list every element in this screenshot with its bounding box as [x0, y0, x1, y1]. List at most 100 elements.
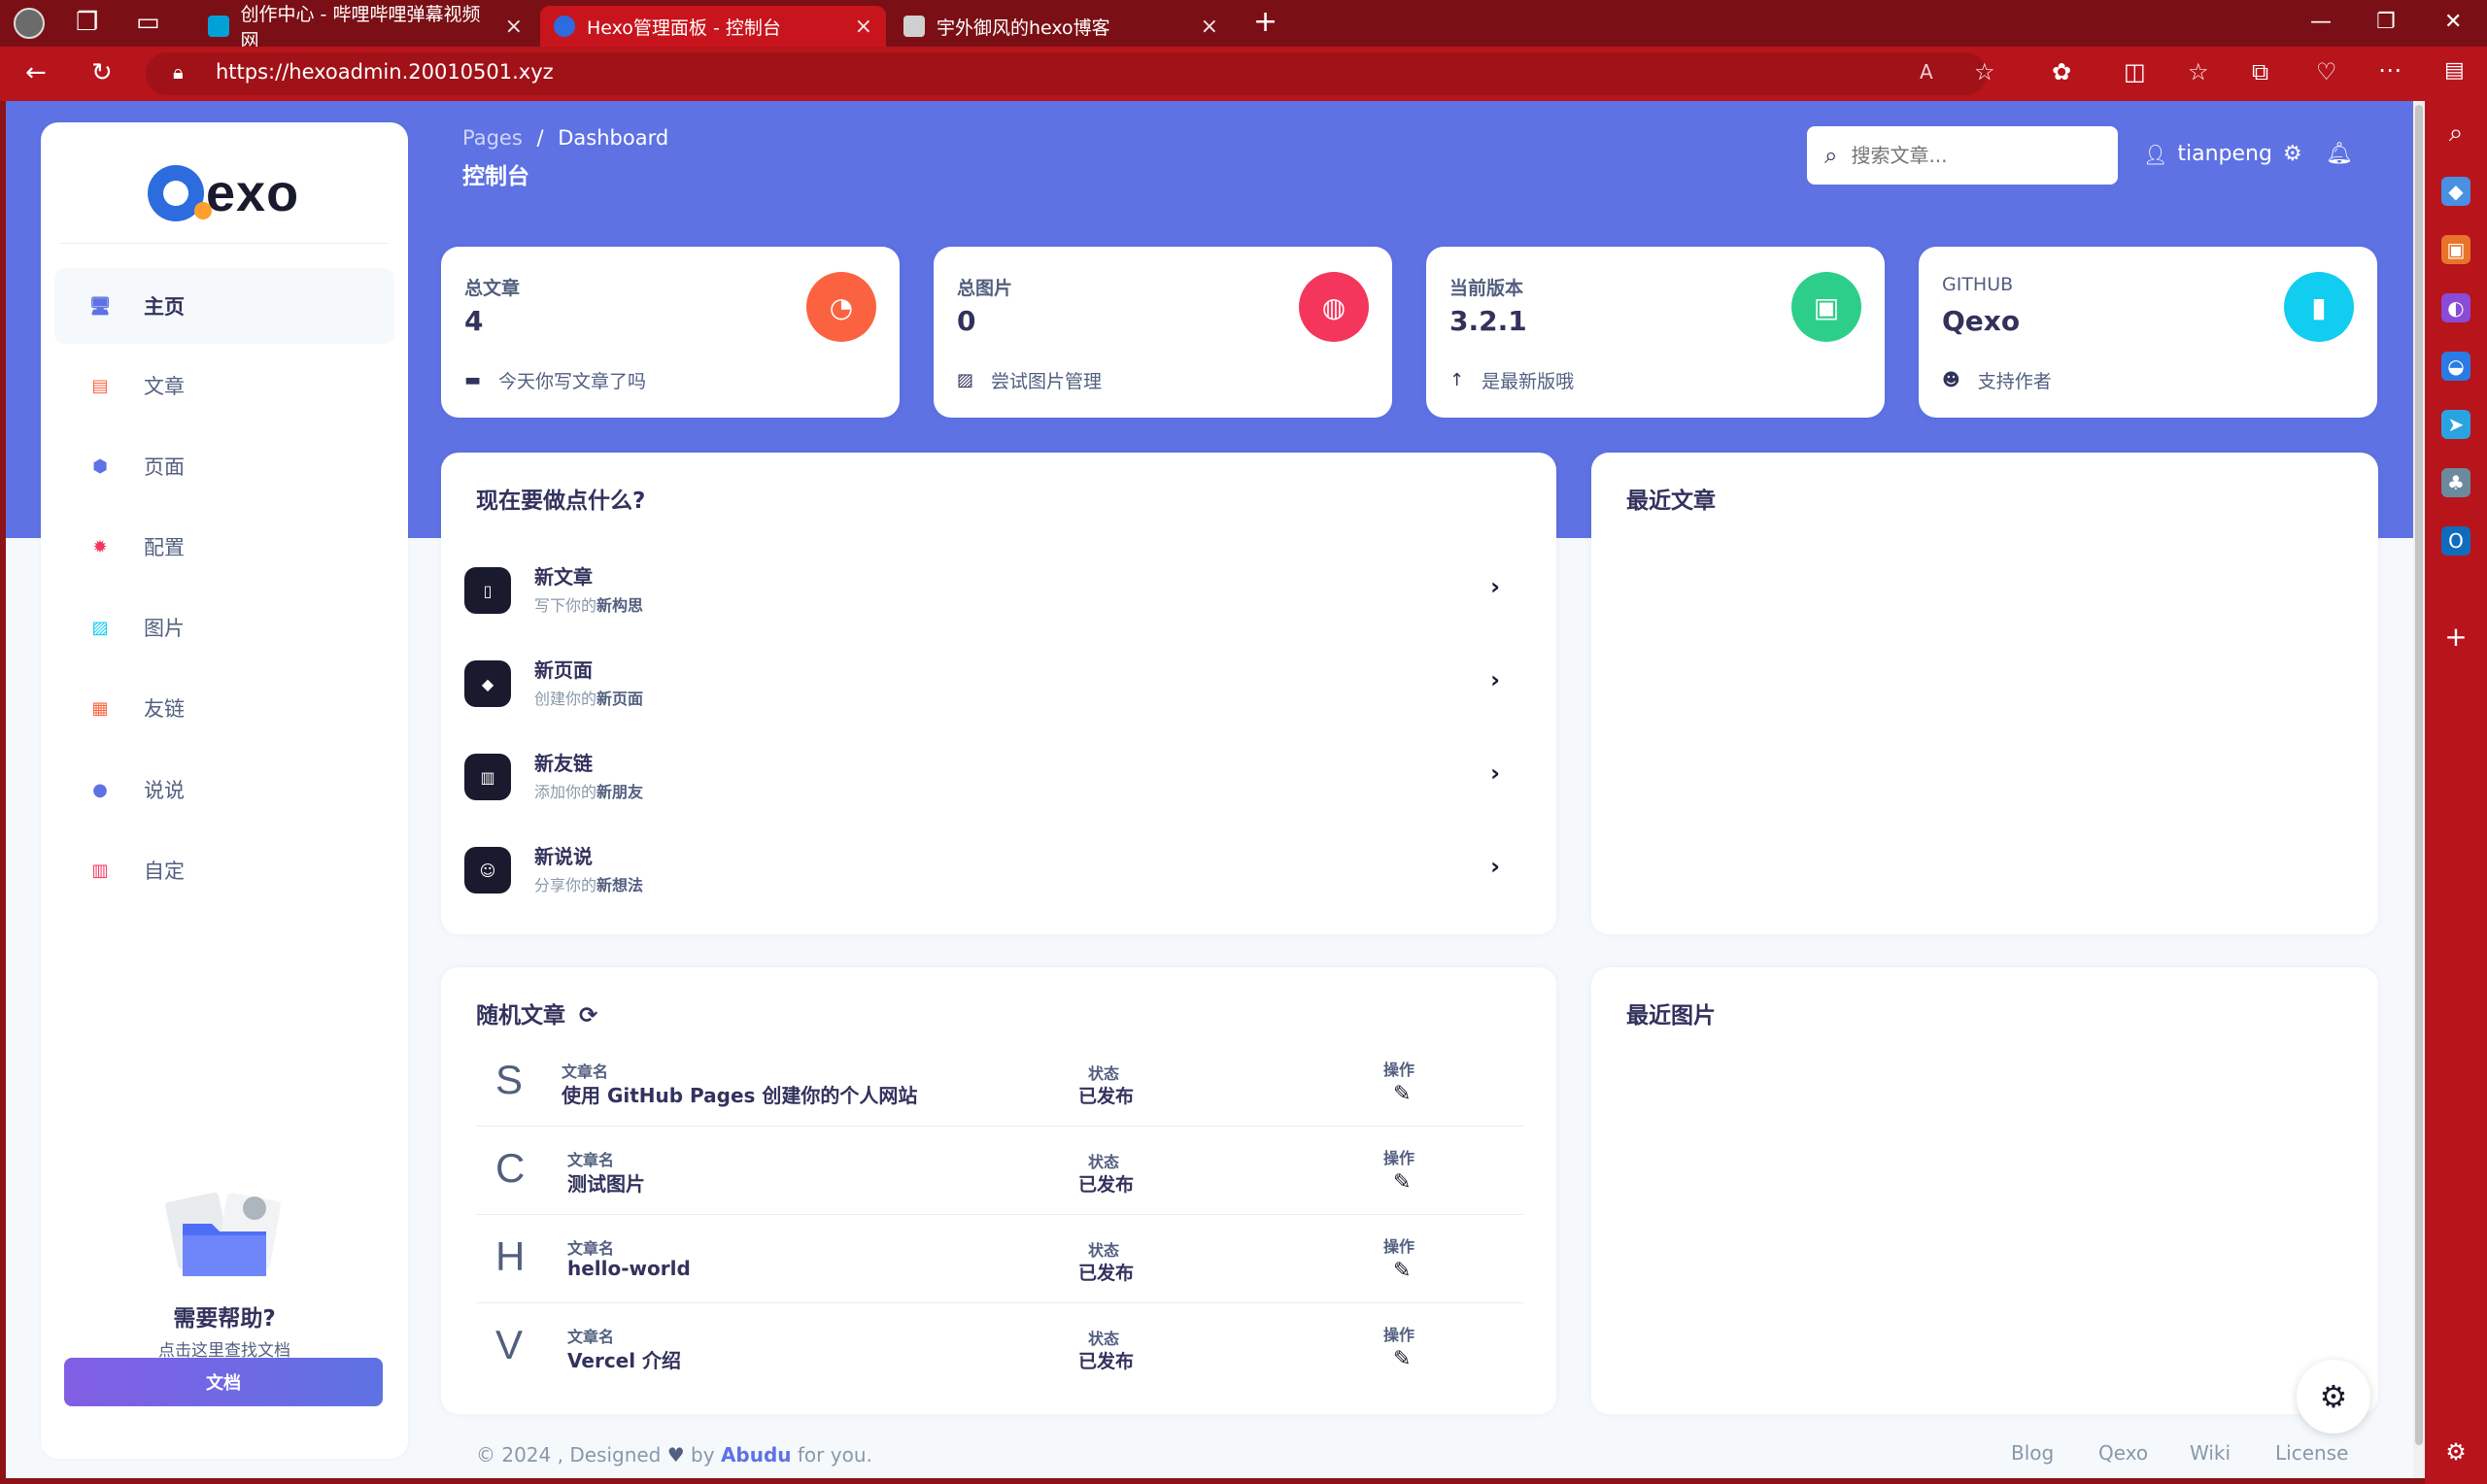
sidebar-item-articles[interactable]: ▤ 文章 [54, 348, 394, 423]
edit-icon[interactable]: ✎ [1393, 1347, 1411, 1371]
sidebar-toggle-icon[interactable]: ▤ [2444, 60, 2465, 82]
sidebar-item-home[interactable]: 🖥︎ 主页 [54, 268, 394, 344]
sidebar-item-config[interactable]: ✹ 配置 [54, 509, 394, 585]
table-row[interactable]: C 文章名 测试图片 状态 已发布 操作 ✎ [476, 1128, 1523, 1215]
search-input[interactable] [1851, 144, 2085, 167]
random-posts-card: 随机文章 ⟳ S 文章名 使用 GitHub Pages 创建你的个人网站 状态… [441, 967, 1556, 1414]
scrollbar-thumb[interactable] [2415, 105, 2423, 1445]
close-window-icon[interactable]: ✕ [2444, 10, 2462, 34]
copilot-icon[interactable]: ◐ [2441, 293, 2470, 322]
sidebar-item-label: 主页 [144, 295, 185, 319]
refresh-icon[interactable]: ⟳ [579, 1003, 597, 1029]
table-row[interactable]: S 文章名 使用 GitHub Pages 创建你的个人网站 状态 已发布 操作… [476, 1039, 1523, 1127]
docs-button[interactable]: 文档 [64, 1358, 383, 1406]
refresh-icon[interactable]: ↻ [91, 60, 113, 85]
status-label: 状态 [1088, 1330, 1120, 1348]
search-icon[interactable]: ⌕ [2441, 118, 2470, 148]
read-aloud-icon[interactable]: A [1920, 62, 1933, 82]
tab-hexo-admin[interactable]: Hexo管理面板 - 控制台 × [540, 6, 886, 47]
bar-chart-icon: ▮ [2284, 272, 2354, 342]
footer-link-qexo[interactable]: Qexo [2098, 1441, 2148, 1465]
sidebar-item-friends[interactable]: ▦ 友链 [54, 670, 394, 746]
settings-icon[interactable]: ⚙ [2441, 1437, 2470, 1467]
edit-icon[interactable]: ✎ [1393, 1082, 1411, 1106]
table-row[interactable]: H 文章名 hello-world 状态 已发布 操作 ✎ [476, 1216, 1523, 1303]
favorites-icon[interactable]: ☆ [2188, 60, 2209, 84]
sidebar-item-pages[interactable]: ⬢ 页面 [54, 428, 394, 504]
action-title: 新说说 [534, 845, 593, 868]
edit-icon[interactable]: ✎ [1393, 1170, 1411, 1195]
search-box[interactable]: ⌕ [1807, 126, 2118, 185]
bell-icon[interactable]: 🔔︎ [2326, 142, 2353, 166]
action-new-page[interactable]: ◆ 新页面 创建你的新页面 › [464, 645, 1533, 732]
stat-value: 0 [957, 305, 976, 337]
post-name: 使用 GitHub Pages 创建你的个人网站 [562, 1084, 918, 1107]
action-new-talk[interactable]: ☺ 新说说 分享你的新想法 › [464, 831, 1533, 919]
footer-link-license[interactable]: License [2275, 1441, 2348, 1465]
card-title: 现在要做点什么? [476, 489, 646, 514]
more-menu-icon[interactable]: ⋯ [2378, 58, 2402, 82]
sidebar-item-label: 说说 [144, 779, 185, 802]
chevron-right-icon: › [1490, 759, 1500, 787]
post-name: hello-world [567, 1257, 691, 1280]
workspaces-icon[interactable]: ❐ [76, 10, 98, 35]
minimize-icon[interactable]: — [2310, 10, 2332, 34]
restore-icon[interactable]: ❐ [2376, 10, 2396, 34]
user-menu[interactable]: 👤︎ tianpeng [2143, 142, 2272, 166]
footer-link-wiki[interactable]: Wiki [2190, 1441, 2231, 1465]
telegram-icon[interactable]: ➤ [2441, 410, 2470, 439]
gear-icon[interactable]: ⚙ [2283, 142, 2302, 166]
outlook-icon[interactable]: O [2441, 526, 2470, 556]
qexo-favicon-icon [554, 16, 575, 37]
browser-essentials-icon[interactable]: ♡ [2316, 60, 2337, 84]
toolbox-icon[interactable]: ▣ [2441, 235, 2470, 264]
tab-hexo-blog[interactable]: 宇外御风的hexo博客 × [890, 6, 1232, 47]
help-section: 需要帮助? 点击这里查找文档 [41, 1191, 408, 1361]
sidebar-item-custom[interactable]: ▥ 自定 [54, 832, 394, 908]
favorite-star-icon[interactable]: ☆ [1974, 60, 1995, 84]
settings-fab-gear-icon[interactable]: ⚙ [2297, 1360, 2370, 1433]
sidebar-item-label: 图片 [144, 617, 185, 640]
footer-link-blog[interactable]: Blog [2011, 1441, 2054, 1465]
collections-icon[interactable]: ⧉ [2252, 60, 2268, 84]
tab-title: 宇外御风的hexo博客 [937, 17, 1110, 39]
card-title: 最近图片 [1626, 1003, 1716, 1029]
tab-close-icon[interactable]: × [505, 15, 523, 39]
url-text[interactable]: https://hexoadmin.20010501.xyz [216, 60, 554, 84]
tab-actions-icon[interactable]: ▭ [136, 10, 160, 35]
games-icon[interactable]: ♣ [2441, 468, 2470, 497]
action-new-friend[interactable]: ▥ 新友链 添加你的新朋友 › [464, 738, 1533, 826]
tab-bilibili[interactable]: 创作中心 - 哔哩哔哩弹幕视频网 × [194, 4, 536, 51]
stat-card-github[interactable]: GITHUB Qexo ▮ ☻ 支持作者 [1919, 247, 2377, 418]
stat-footer-text: 尝试图片管理 [991, 371, 1103, 392]
extensions-icon[interactable]: ✿ [2052, 60, 2071, 84]
sidebar-item-talks[interactable]: ● 说说 [54, 752, 394, 827]
tab-title: Hexo管理面板 - 控制台 [587, 17, 781, 39]
split-screen-icon[interactable]: ◫ [2124, 60, 2146, 84]
post-initial: H [495, 1233, 526, 1279]
chat-icon: ● [92, 779, 108, 800]
new-tab-icon[interactable]: + [1253, 8, 1278, 37]
action-subtitle: 添加你的新朋友 [534, 783, 644, 801]
edit-icon[interactable]: ✎ [1393, 1259, 1411, 1283]
breadcrumb-current: Dashboard [558, 126, 669, 150]
stat-value: 3.2.1 [1449, 305, 1527, 337]
profile-avatar[interactable] [14, 8, 45, 39]
action-new-article[interactable]: ▯ 新文章 写下你的新构思 › [464, 552, 1533, 639]
stat-label: 当前版本 [1449, 278, 1524, 299]
card-title: 最近文章 [1626, 489, 1716, 514]
tab-close-icon[interactable]: × [1201, 15, 1218, 39]
back-icon[interactable]: ← [25, 60, 47, 85]
qexo-logo[interactable]: exo [148, 163, 299, 223]
op-label: 操作 [1383, 1061, 1415, 1079]
username: tianpeng [2177, 142, 2272, 166]
add-app-icon[interactable]: + [2441, 621, 2470, 653]
author-link[interactable]: Abudu [721, 1443, 792, 1467]
sidebar-item-images[interactable]: ▨ 图片 [54, 590, 394, 665]
edge-app-icon[interactable]: ◒ [2441, 352, 2470, 381]
shopping-tag-icon[interactable]: ◆ [2441, 177, 2470, 206]
breadcrumb-pages[interactable]: Pages [462, 126, 523, 150]
table-row[interactable]: V 文章名 Vercel 介绍 状态 已发布 操作 ✎ [476, 1304, 1523, 1392]
stat-footer-text: 支持作者 [1977, 371, 2052, 392]
tab-close-icon[interactable]: × [855, 15, 872, 39]
